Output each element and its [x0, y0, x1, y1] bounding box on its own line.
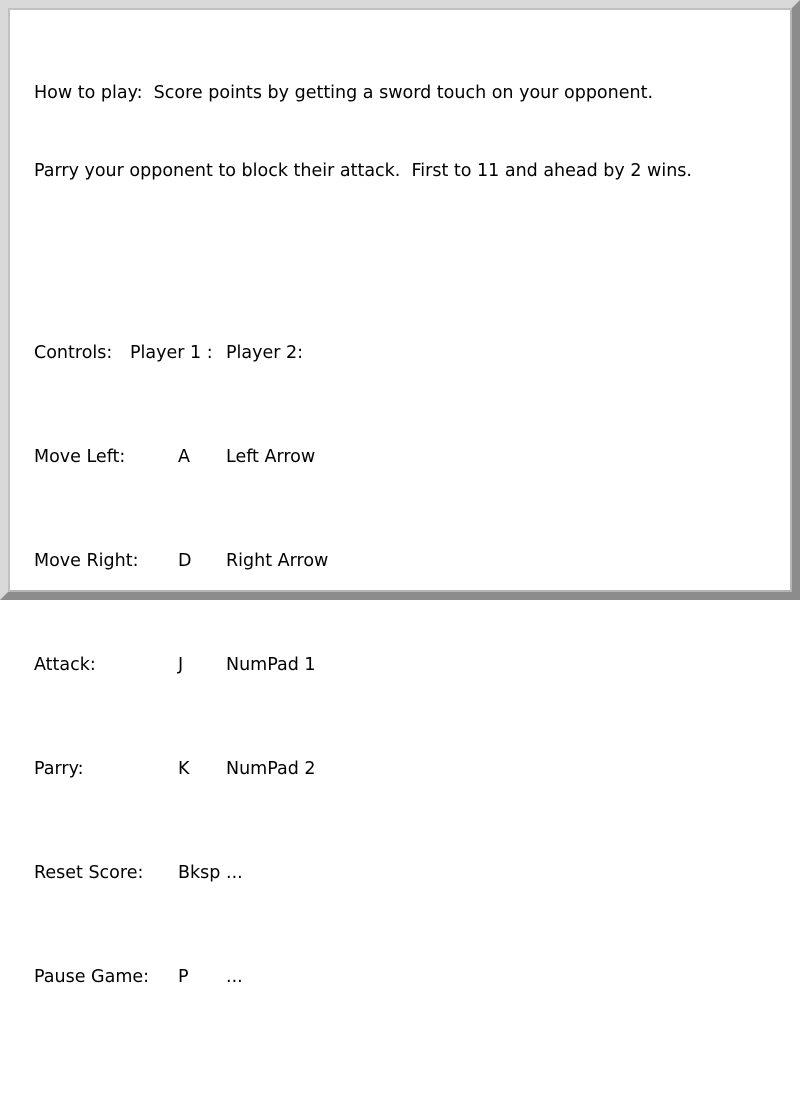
player1-key: Bksp	[178, 863, 221, 883]
game-panel: How to play: Score points by getting a s…	[0, 0, 800, 987]
player2-header: Player 2:	[226, 343, 304, 363]
action-label: Move Right:	[34, 551, 139, 571]
player1-key: A	[178, 447, 190, 467]
control-row-attack: Attack: J NumPad 1	[34, 652, 692, 678]
action-label: Pause Game:	[34, 967, 150, 987]
player2-key: ...	[226, 863, 243, 883]
action-label: Parry:	[34, 759, 84, 779]
player2-key: NumPad 1	[226, 655, 316, 675]
control-row-reset-score: Reset Score: Bksp ...	[34, 860, 692, 886]
how-to-play-text: How to play: Score points by getting a s…	[34, 28, 692, 1042]
control-row-pause-game: Pause Game: P ...	[34, 964, 692, 990]
controls-label: Controls:	[34, 343, 113, 363]
control-row-move-right: Move Right: D Right Arrow	[34, 548, 692, 574]
action-label: Move Left:	[34, 447, 126, 467]
player1-key: D	[178, 551, 192, 571]
action-label: Reset Score:	[34, 863, 144, 883]
player2-key: Left Arrow	[226, 447, 316, 467]
player1-header: Player 1 :	[130, 343, 213, 363]
player2-key: NumPad 2	[226, 759, 316, 779]
player1-key: K	[178, 759, 190, 779]
instructions-line-2: Parry your opponent to block their attac…	[34, 161, 692, 181]
action-label: Attack:	[34, 655, 96, 675]
player1-key: P	[178, 967, 189, 987]
player2-key: Right Arrow	[226, 551, 329, 571]
player2-key: ...	[226, 967, 243, 987]
control-row-parry: Parry: K NumPad 2	[34, 756, 692, 782]
control-row-move-left: Move Left: A Left Arrow	[34, 444, 692, 470]
controls-header: Controls: Player 1 : Player 2:	[34, 340, 692, 366]
player1-key: J	[178, 655, 184, 675]
instructions-line-1: How to play: Score points by getting a s…	[34, 83, 654, 103]
